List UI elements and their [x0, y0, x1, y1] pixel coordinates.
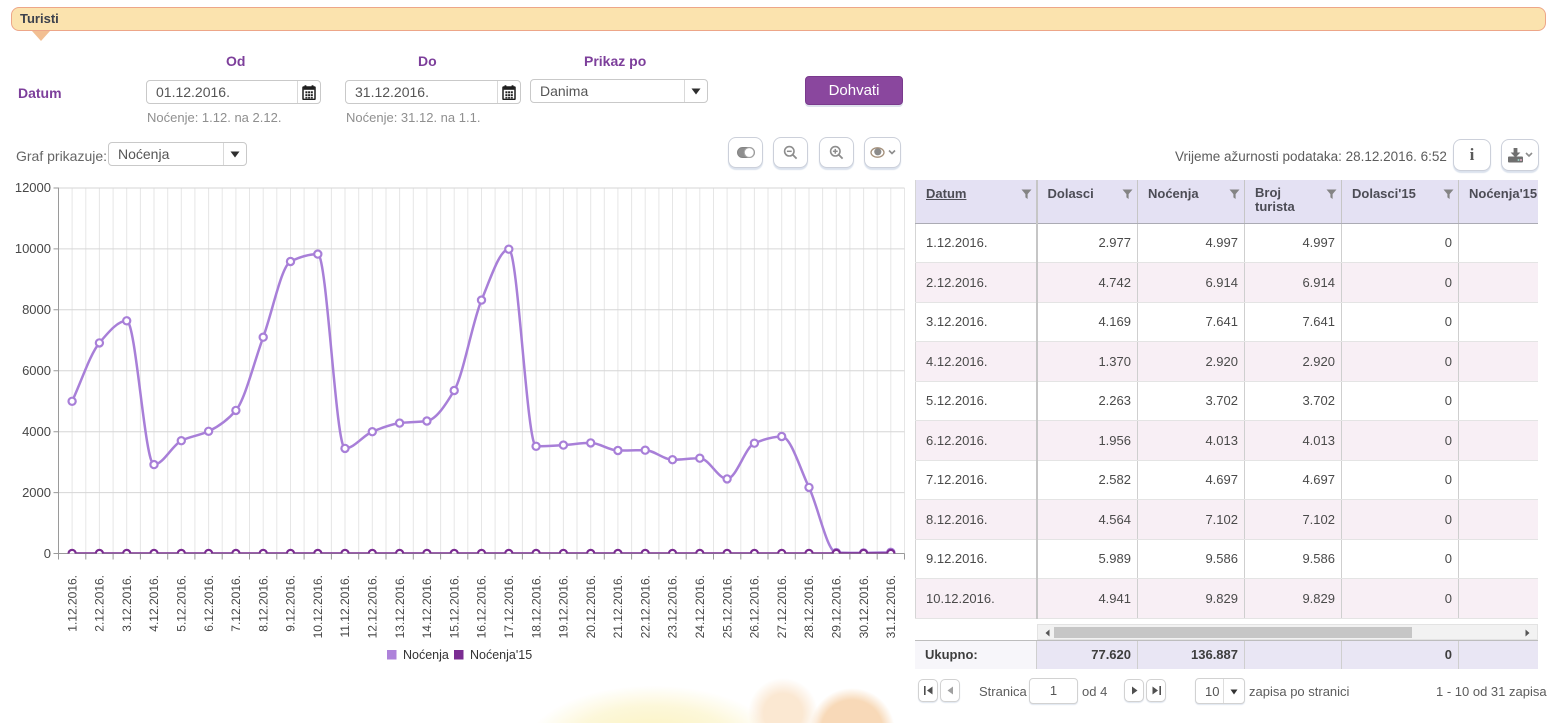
svg-text:3.12.2016.: 3.12.2016. — [120, 575, 134, 632]
svg-text:14.12.2016.: 14.12.2016. — [420, 575, 434, 638]
svg-text:31.12.2016.: 31.12.2016. — [884, 575, 898, 638]
svg-text:6.12.2016.: 6.12.2016. — [202, 575, 216, 632]
svg-text:8.12.2016.: 8.12.2016. — [256, 575, 270, 632]
svg-text:8000: 8000 — [22, 302, 51, 317]
svg-text:11.12.2016.: 11.12.2016. — [338, 575, 352, 638]
svg-text:Noćenja'15: Noćenja'15 — [470, 648, 532, 662]
svg-text:18.12.2016.: 18.12.2016. — [529, 575, 543, 638]
svg-text:30.12.2016.: 30.12.2016. — [857, 575, 871, 638]
svg-text:27.12.2016.: 27.12.2016. — [775, 575, 789, 638]
svg-text:7.12.2016.: 7.12.2016. — [229, 575, 243, 632]
svg-text:16.12.2016.: 16.12.2016. — [475, 575, 489, 638]
svg-text:28.12.2016.: 28.12.2016. — [802, 575, 816, 638]
svg-text:4.12.2016.: 4.12.2016. — [147, 575, 161, 632]
svg-text:24.12.2016.: 24.12.2016. — [693, 575, 707, 638]
svg-text:10000: 10000 — [15, 241, 51, 256]
svg-text:4000: 4000 — [22, 424, 51, 439]
svg-text:Noćenja: Noćenja — [403, 648, 449, 662]
svg-text:0: 0 — [44, 546, 51, 561]
svg-text:17.12.2016.: 17.12.2016. — [502, 575, 516, 638]
svg-text:25.12.2016.: 25.12.2016. — [720, 575, 734, 638]
svg-text:1.12.2016.: 1.12.2016. — [65, 575, 79, 632]
svg-text:9.12.2016.: 9.12.2016. — [284, 575, 298, 632]
svg-text:21.12.2016.: 21.12.2016. — [611, 575, 625, 638]
svg-text:29.12.2016.: 29.12.2016. — [830, 575, 844, 638]
svg-text:5.12.2016.: 5.12.2016. — [175, 575, 189, 632]
svg-text:19.12.2016.: 19.12.2016. — [557, 575, 571, 638]
svg-text:20.12.2016.: 20.12.2016. — [584, 575, 598, 638]
svg-text:23.12.2016.: 23.12.2016. — [666, 575, 680, 638]
svg-text:15.12.2016.: 15.12.2016. — [447, 575, 461, 638]
svg-text:12000: 12000 — [15, 180, 51, 195]
svg-text:2.12.2016.: 2.12.2016. — [93, 575, 107, 632]
svg-text:13.12.2016.: 13.12.2016. — [393, 575, 407, 638]
svg-text:26.12.2016.: 26.12.2016. — [748, 575, 762, 638]
svg-text:6000: 6000 — [22, 363, 51, 378]
svg-text:12.12.2016.: 12.12.2016. — [366, 575, 380, 638]
svg-text:2000: 2000 — [22, 485, 51, 500]
svg-text:10.12.2016.: 10.12.2016. — [311, 575, 325, 638]
svg-text:22.12.2016.: 22.12.2016. — [638, 575, 652, 638]
